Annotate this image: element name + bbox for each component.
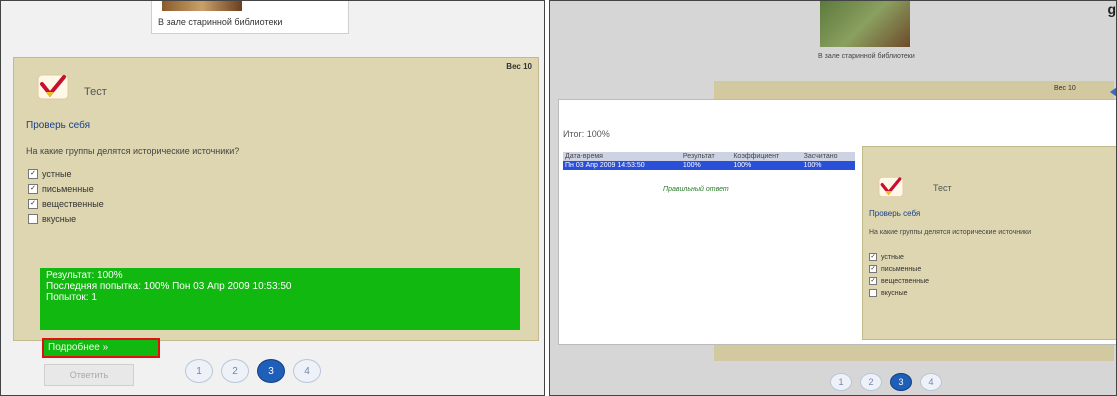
option-written[interactable]: ✓ письменные (28, 181, 104, 196)
answer-button[interactable]: Ответить (44, 364, 134, 386)
option-label: письменные (42, 183, 94, 194)
option-label: устные (881, 253, 904, 261)
option-label: вкусные (881, 289, 908, 297)
question-text: На какие группы делятся исторические ист… (26, 146, 240, 156)
library-caption: В зале старинной библиотеки (818, 53, 915, 60)
page-button-2[interactable]: 2 (860, 373, 882, 391)
arrow-left-icon[interactable] (1110, 87, 1116, 97)
check-yourself-title: Проверь себя (869, 209, 921, 218)
table-header: Коэффициент (731, 152, 802, 161)
test-title: Тест (84, 86, 107, 98)
checkmark-logo-icon (37, 74, 69, 100)
library-card[interactable]: В зале старинной библиотеки (151, 1, 349, 34)
option-label: вещественные (881, 277, 930, 285)
table-row[interactable]: Пн 03 Апр 2009 14:53:50 100% 100% 100% (563, 161, 855, 170)
table-header-row: Дата-время Результат Коэффициент Засчита… (563, 152, 855, 161)
option-material[interactable]: ✓ вещественные (869, 275, 929, 287)
pagination: 1 2 3 4 (181, 359, 325, 383)
checkmark-logo-icon (878, 177, 904, 197)
results-table: Дата-время Результат Коэффициент Засчита… (563, 152, 855, 170)
result-box: Результат: 100% Последняя попытка: 100% … (40, 268, 520, 330)
checkbox-checked[interactable]: ✓ (28, 183, 38, 194)
checkbox-checked[interactable]: ✓ (28, 198, 38, 209)
option-material[interactable]: ✓ вещественные (28, 196, 104, 211)
checkbox-unchecked[interactable] (28, 213, 38, 224)
checkbox-unchecked[interactable] (869, 289, 877, 297)
library-caption: В зале старинной библиотеки (158, 17, 283, 27)
page-button-2[interactable]: 2 (221, 359, 249, 383)
left-screenshot-panel: В зале старинной библиотеки Вес 10 Тест … (0, 0, 545, 396)
check-yourself-title: Проверь себя (26, 120, 90, 131)
attempts-line: Попыток: 1 (46, 292, 97, 303)
page-button-3-active[interactable]: 3 (890, 373, 912, 391)
table-cell: Пн 03 Апр 2009 14:53:50 (563, 161, 681, 170)
answer-options: ✓ устные ✓ письменные ✓ вещественные вкусны… (869, 251, 929, 299)
table-header: Результат (680, 152, 732, 161)
table-header: Засчитано (801, 152, 855, 161)
option-oral[interactable]: ✓ устные (869, 251, 929, 263)
table-cell: 100% (680, 161, 732, 170)
result-line: Результат: 100% (46, 270, 123, 281)
option-tasty[interactable]: вкусные (28, 211, 104, 226)
option-label: письменные (881, 265, 922, 273)
right-screenshot-panel: g В зале старинной библиотеки Вес 10 Ито… (549, 0, 1117, 396)
quiz-card: Тест Проверь себя На какие группы делятс… (862, 146, 1116, 340)
option-label: вещественные (42, 198, 104, 209)
question-text: На какие группы делятся исторические ист… (869, 229, 1031, 236)
table-header: Дата-время (563, 152, 681, 161)
page-button-3-active[interactable]: 3 (257, 359, 285, 383)
option-tasty[interactable]: вкусные (869, 287, 929, 299)
table-cell: 100% (801, 161, 855, 170)
page-button-4[interactable]: 4 (920, 373, 942, 391)
checkbox-checked[interactable]: ✓ (869, 253, 877, 261)
option-written[interactable]: ✓ письменные (869, 263, 929, 275)
page-button-1[interactable]: 1 (830, 373, 852, 391)
table-cell: 100% (731, 161, 802, 170)
corner-letter: g (1107, 1, 1116, 17)
details-link[interactable]: Подробнее » (42, 338, 160, 358)
correct-answer-label: Правильный ответ (663, 186, 729, 193)
results-popup: Итог: 100% Дата-время Результат Коэффици… (558, 99, 1116, 345)
option-oral[interactable]: ✓ устные (28, 166, 104, 181)
weight-label: Вес 10 (506, 62, 532, 71)
checkbox-checked[interactable]: ✓ (869, 277, 877, 285)
option-label: устные (42, 168, 72, 179)
library-image (162, 1, 242, 11)
quiz-card: Вес 10 Тест Проверь себя На какие группы… (13, 57, 539, 386)
checkbox-checked[interactable]: ✓ (28, 168, 38, 179)
total-score: Итог: 100% (563, 129, 610, 139)
pagination: 1 2 3 4 (826, 373, 946, 391)
answer-options: ✓ устные ✓ письменные ✓ вещественные вкусны… (28, 166, 104, 226)
checkbox-checked[interactable]: ✓ (869, 265, 877, 273)
weight-label: Вес 10 (1054, 85, 1076, 92)
last-attempt-line: Последняя попытка: 100% Пон 03 Апр 2009 … (46, 281, 292, 292)
option-label: вкусные (42, 213, 77, 224)
page-button-1[interactable]: 1 (185, 359, 213, 383)
page-button-4[interactable]: 4 (293, 359, 321, 383)
test-title: Тест (933, 183, 952, 193)
library-image (820, 1, 910, 47)
